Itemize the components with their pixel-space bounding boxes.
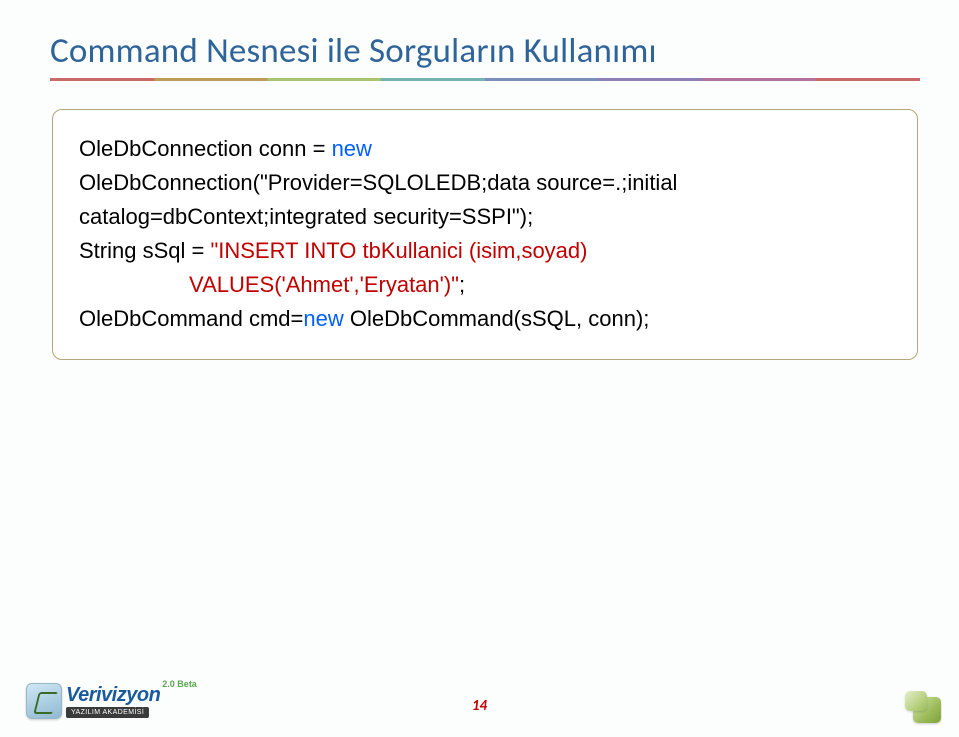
code-line: catalog=dbContext;integrated security=SS… [79, 200, 899, 234]
title-underline [50, 78, 920, 81]
code-string: "INSERT INTO tbKullanici (isim,soyad) [210, 238, 587, 263]
code-string: VALUES('Ahmet','Eryatan')" [79, 272, 459, 297]
title-area: Command Nesnesi ile Sorguların Kullanımı [50, 30, 919, 81]
code-text: String sSql = [79, 238, 210, 263]
code-box: OleDbConnection conn = new OleDbConnecti… [52, 109, 918, 360]
code-text: OleDbCommand(sSQL, conn); [344, 306, 650, 331]
code-line: OleDbCommand cmd=new OleDbCommand(sSQL, … [79, 302, 899, 336]
logo-beta-badge: 2.0 Beta [162, 679, 197, 689]
code-keyword: new [332, 136, 372, 161]
code-line: VALUES('Ahmet','Eryatan')"; [79, 268, 899, 302]
code-text: OleDbConnection conn = [79, 136, 332, 161]
code-line: OleDbConnection("Provider=SQLOLEDB;data … [79, 166, 899, 200]
code-keyword: new [303, 306, 343, 331]
code-text: ; [459, 272, 465, 297]
page-title: Command Nesnesi ile Sorguların Kullanımı [50, 30, 919, 78]
code-text: OleDbCommand cmd= [79, 306, 303, 331]
slide: Command Nesnesi ile Sorguların Kullanımı… [0, 0, 959, 737]
corner-decoration-icon [911, 695, 941, 723]
code-line: OleDbConnection conn = new [79, 132, 899, 166]
footer: Verivizyon YAZILIM AKADEMİSİ 2.0 Beta 14 [0, 677, 959, 737]
code-line: String sSql = "INSERT INTO tbKullanici (… [79, 234, 899, 268]
page-number: 14 [0, 697, 959, 715]
